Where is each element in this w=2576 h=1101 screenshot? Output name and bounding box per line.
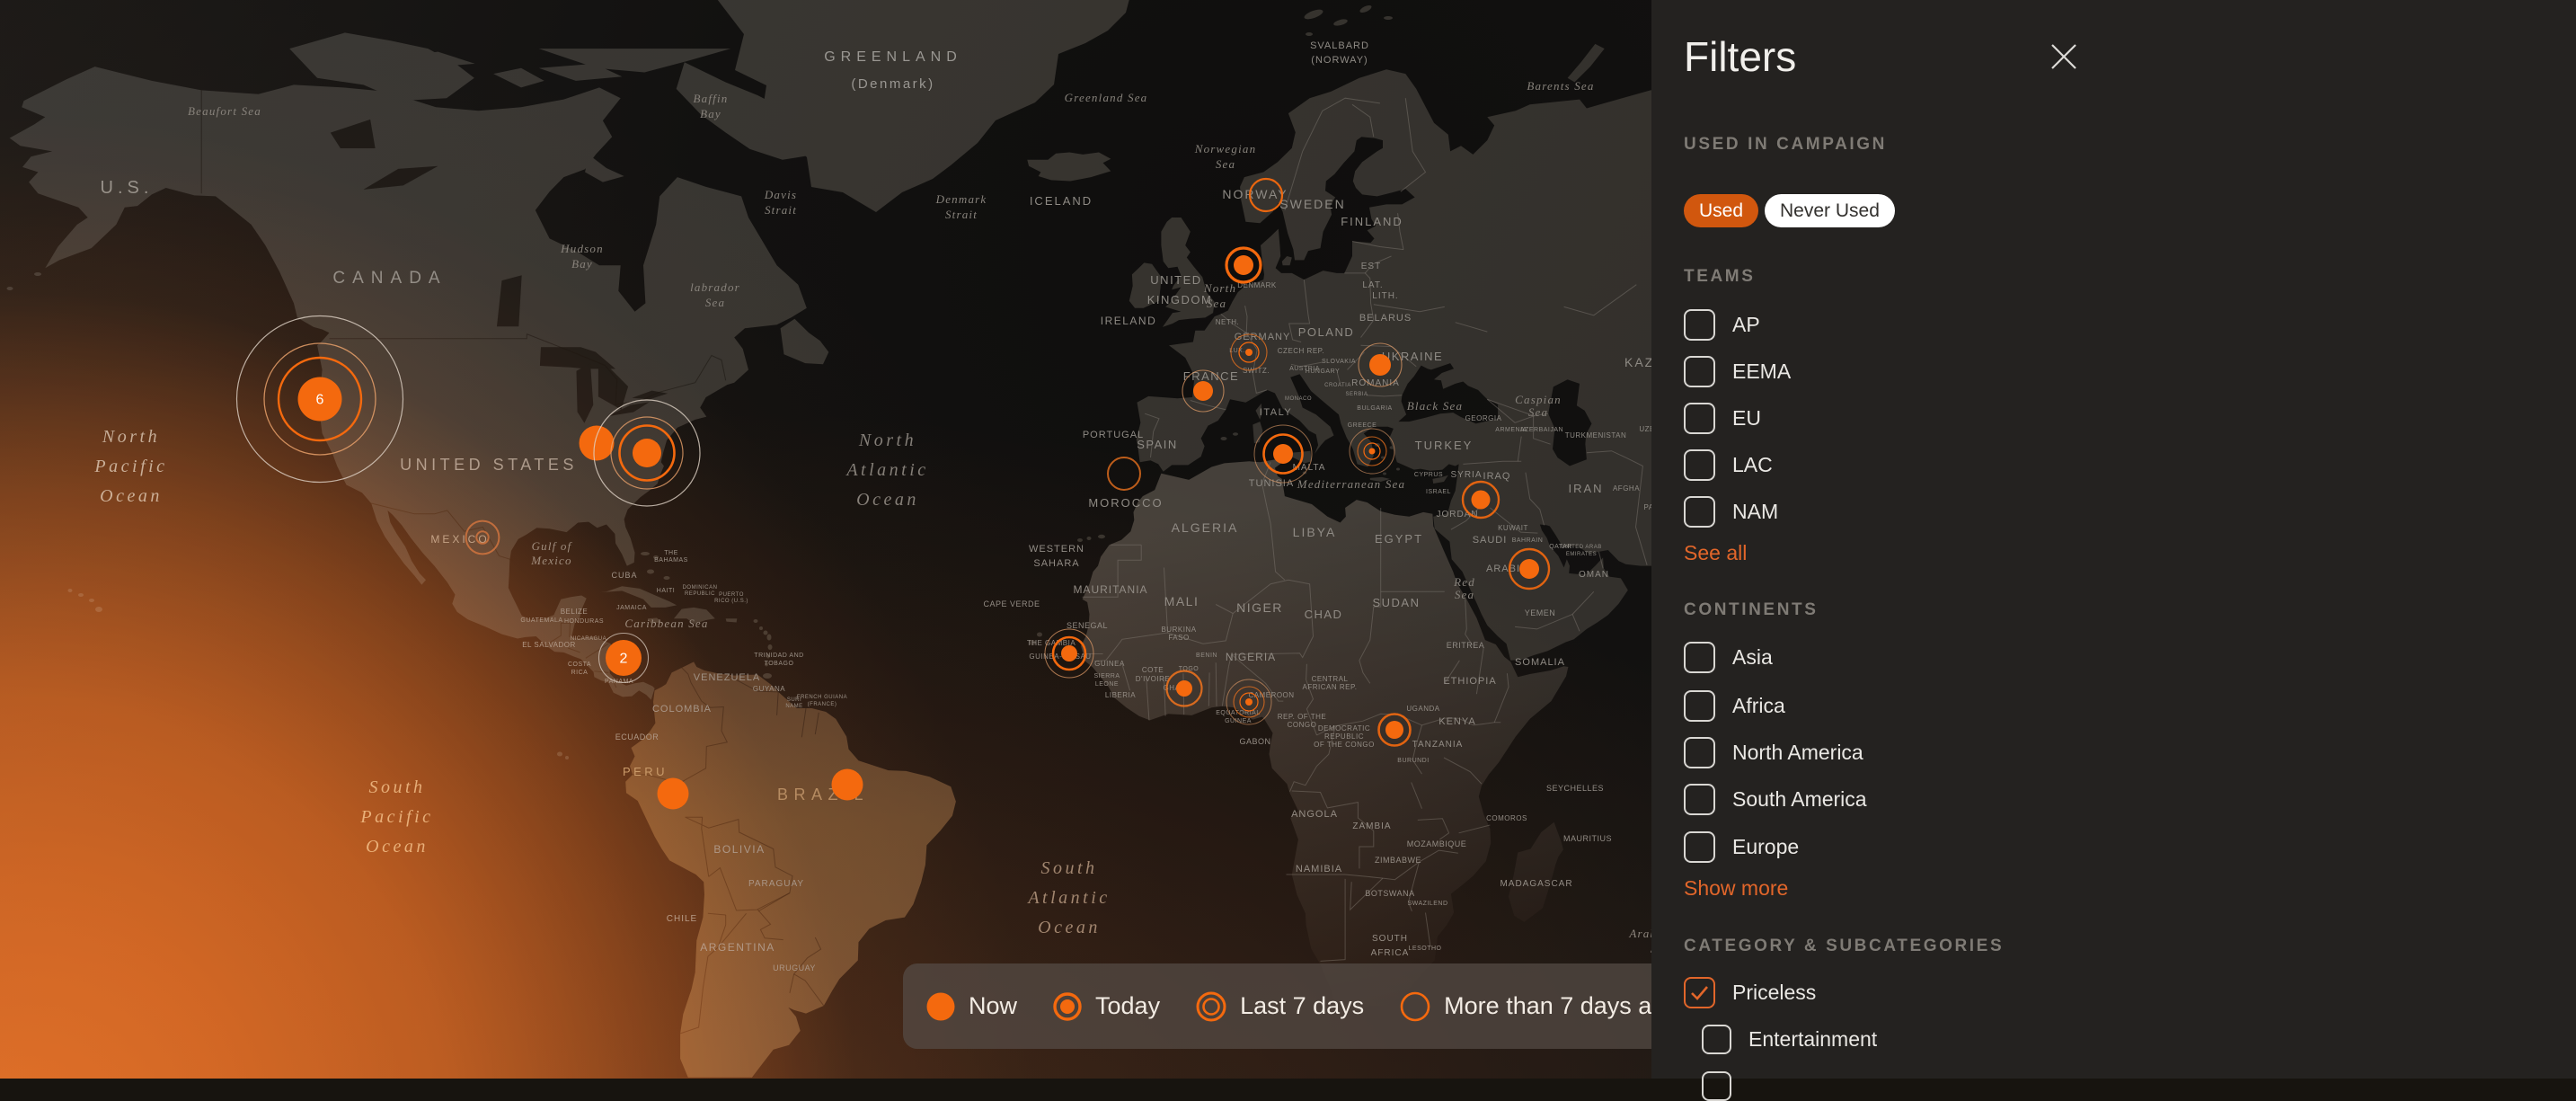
svg-text:2: 2 (620, 652, 628, 667)
svg-text:6: 6 (316, 393, 324, 408)
